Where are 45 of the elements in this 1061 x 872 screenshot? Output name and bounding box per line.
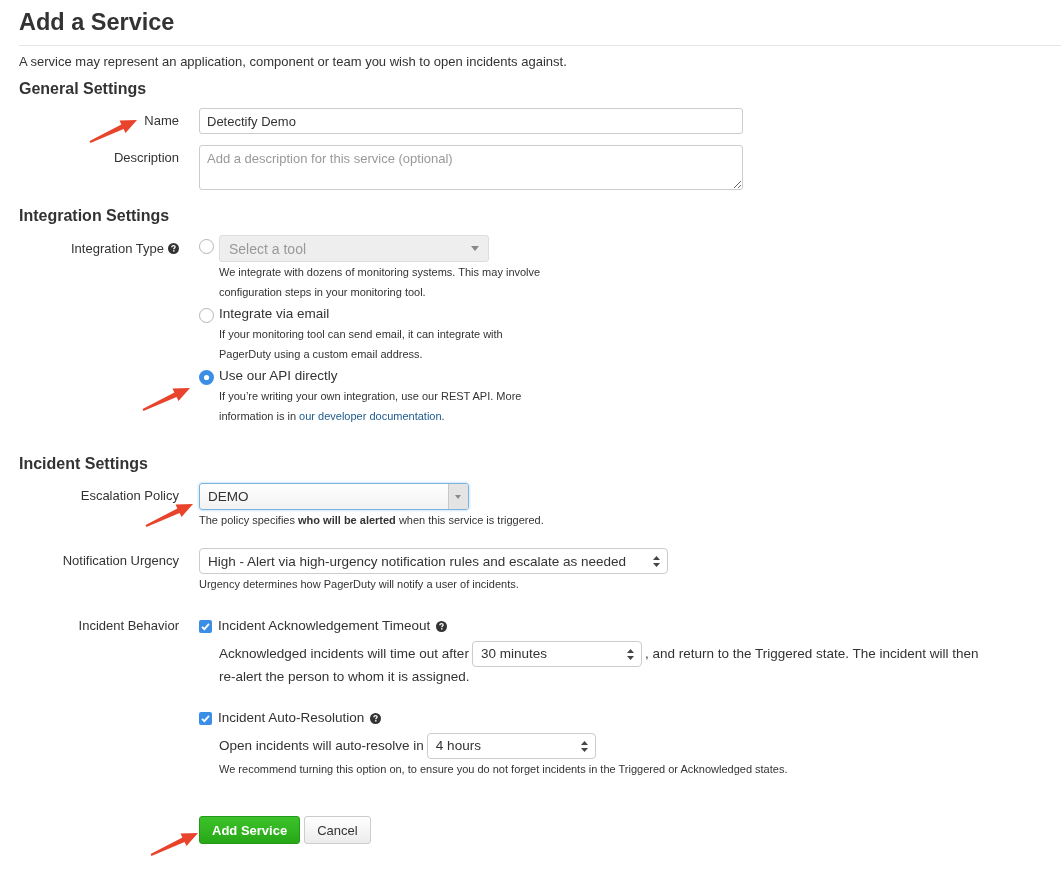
help-text: If your monitoring tool can send email, it can integrate with PagerDuty using a custom email address. — [219, 327, 504, 362]
up-down-icon — [580, 740, 588, 752]
duration-select[interactable]: 30 minutes — [471, 641, 642, 667]
help-text: We integrate with dozens of monitoring systems. This may involve configuration steps in your monitoring tool. — [219, 265, 542, 300]
up-down-icon — [653, 555, 660, 567]
caret-icon — [471, 246, 479, 251]
help-text: If you’re writing your own integration, use our REST API. More information is in our developer documentation. — [219, 389, 523, 424]
option-text: Open incidents will auto-resolve in — [219, 737, 424, 755]
intro-text: A service may represent an application, component or team you wish to open incidents against. — [19, 53, 567, 71]
help-icon[interactable] — [370, 712, 382, 724]
duration-select[interactable]: 4 hours — [426, 733, 596, 759]
field-label: Escalation Policy — [80, 487, 179, 505]
option-text: Acknowledged incidents will time out after — [219, 645, 469, 663]
help-icon[interactable] — [436, 620, 448, 632]
field-label: Incident Behavior — [78, 617, 179, 635]
option-label[interactable]: Integrate via email — [219, 304, 330, 324]
checkbox[interactable] — [199, 619, 212, 633]
checkbox-label[interactable]: Incident Acknowledgement Timeout — [218, 616, 431, 636]
cancel-button[interactable]: Cancel — [304, 816, 371, 844]
help-text: The policy specifies who will be alerted when this service is triggered. — [199, 513, 544, 528]
notification-urgency-select[interactable]: High - Alert via high-urgency notification rules and escalate as needed — [199, 548, 668, 574]
escalation-policy-select[interactable]: DEMO — [199, 483, 469, 510]
field-label: Description — [113, 149, 179, 167]
section-heading: General Settings — [19, 79, 147, 99]
name-input[interactable]: Detectify Demo — [199, 108, 743, 134]
description-field[interactable]: Add a description for this service (optional) — [199, 145, 743, 190]
radio-button[interactable] — [199, 370, 214, 385]
field-label: Notification Urgency — [62, 552, 179, 570]
field-label: Integration Type — [71, 241, 164, 256]
up-down-icon — [626, 648, 634, 660]
help-icon[interactable] — [168, 243, 179, 254]
page-title: Add a Service — [19, 8, 175, 37]
help-text: We recommend turning this option on, to ensure you do not forget incidents in the Triggered or Acknowledged states. — [219, 762, 788, 777]
help-text: Urgency determines how PagerDuty will notify a user of incidents. — [199, 577, 519, 592]
radio-button[interactable] — [199, 308, 214, 323]
option-text: re-alert the person to whom it is assigned. — [219, 668, 470, 686]
checkbox-label[interactable]: Incident Auto-Resolution — [218, 708, 365, 728]
option-label[interactable]: Use our API directly — [219, 366, 338, 386]
field-label: Name — [144, 112, 179, 130]
documentation-link[interactable]: our developer documentation — [299, 410, 442, 422]
section-heading: Incident Settings — [19, 454, 148, 474]
caret-icon — [448, 484, 468, 509]
section-heading: Integration Settings — [19, 206, 170, 226]
checkbox[interactable] — [199, 711, 212, 725]
option-text: , and return to the Triggered state. The incident will then — [644, 645, 979, 663]
